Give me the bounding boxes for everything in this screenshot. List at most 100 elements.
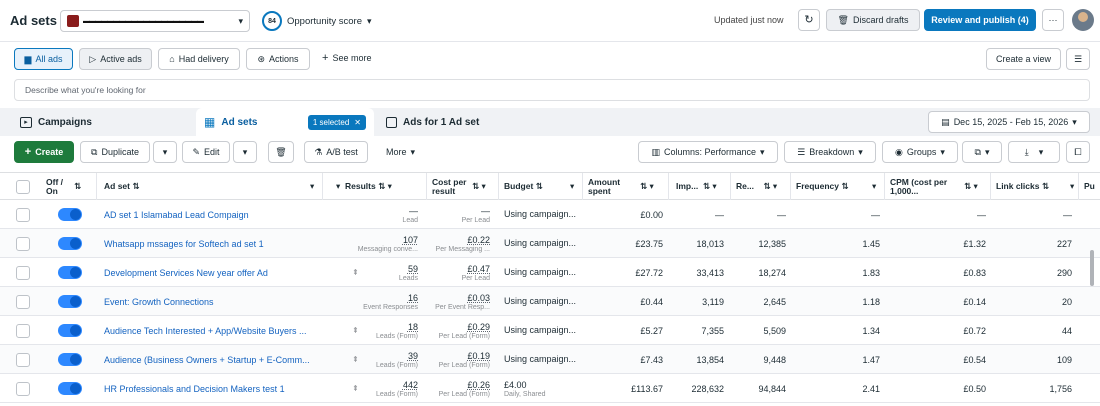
- groups-button[interactable]: ◉ Groups ▾: [882, 141, 958, 163]
- chevron-down-icon: ▾: [1072, 116, 1077, 127]
- reach-cell: 12,385: [758, 238, 786, 249]
- col-menu-icon[interactable]: ▾: [1070, 173, 1074, 201]
- vertical-scrollbar[interactable]: [1090, 250, 1094, 286]
- col-impressions[interactable]: Imp... ⇅ ▾: [676, 173, 717, 201]
- export-button[interactable]: ⤓ ▾: [1008, 141, 1060, 163]
- col-menu-icon[interactable]: ▾: [872, 173, 876, 201]
- col-reach[interactable]: Re... ⇅ ▾: [736, 173, 777, 201]
- row-toggle[interactable]: [58, 258, 82, 287]
- col-results[interactable]: ▾ Results ⇅ ▾: [336, 173, 392, 201]
- row-checkbox[interactable]: [16, 316, 30, 345]
- table-row[interactable]: Whatsapp mssages for Softech ad set 1 10…: [0, 229, 1100, 258]
- reach-cell: 5,509: [763, 325, 786, 336]
- delete-button[interactable]: 🗑: [268, 141, 294, 163]
- col-menu-icon[interactable]: ▾: [310, 173, 314, 201]
- row-toggle[interactable]: [58, 316, 82, 345]
- more-button[interactable]: More ▾: [386, 147, 415, 157]
- select-all-checkbox[interactable]: [16, 173, 30, 201]
- cpm-cell: £0.83: [963, 267, 986, 278]
- chevron-down-icon: ▾: [760, 146, 765, 157]
- col-budget[interactable]: Budget ⇅: [504, 173, 543, 201]
- col-cost-per-result[interactable]: Cost per result: [432, 173, 470, 201]
- row-toggle[interactable]: [58, 345, 82, 374]
- reach-cell: —: [777, 209, 786, 220]
- date-range-picker[interactable]: ▤ Dec 15, 2025 - Feb 15, 2026 ▾: [928, 111, 1090, 133]
- row-checkbox[interactable]: [16, 258, 30, 287]
- row-checkbox[interactable]: [16, 287, 30, 316]
- table-row[interactable]: Audience (Business Owners + Startup + E-…: [0, 345, 1100, 374]
- filter-active-ads[interactable]: ▷ Active ads: [79, 48, 152, 70]
- columns-button[interactable]: ▥ Columns: Performance ▾: [638, 141, 778, 163]
- col-spent-sort[interactable]: ⇅ ▾: [640, 173, 654, 201]
- col-amount-spent[interactable]: Amount spent: [588, 173, 626, 201]
- ad-set-name[interactable]: HR Professionals and Decision Makers tes…: [104, 374, 310, 403]
- create-button[interactable]: + Create: [14, 141, 74, 163]
- col-cpm[interactable]: CPM (cost per 1,000...: [890, 173, 960, 201]
- ad-set-name[interactable]: Whatsapp mssages for Softech ad set 1: [104, 229, 310, 258]
- ad-set-name[interactable]: Audience Tech Interested + App/Website B…: [104, 316, 310, 345]
- close-icon[interactable]: ✕: [354, 118, 361, 127]
- row-checkbox[interactable]: [16, 345, 30, 374]
- filter-settings-button[interactable]: ☰: [1066, 48, 1090, 70]
- view-settings-button[interactable]: ⧉ ▾: [962, 141, 1002, 163]
- row-checkbox[interactable]: [16, 229, 30, 258]
- table-row[interactable]: HR Professionals and Decision Makers tes…: [0, 374, 1100, 403]
- more-options-button[interactable]: ···: [1042, 9, 1064, 31]
- chevron-down-icon: ▾: [940, 146, 945, 157]
- search-input[interactable]: Describe what you're looking for: [14, 79, 1090, 101]
- row-checkbox[interactable]: [16, 200, 30, 229]
- edit-button[interactable]: ✎ Edit: [182, 141, 230, 163]
- budget-cell: Using campaign...: [504, 354, 577, 364]
- row-toggle[interactable]: [58, 287, 82, 316]
- ad-icon: [386, 116, 397, 128]
- sort-icon[interactable]: ⇅: [74, 173, 81, 201]
- see-more-button[interactable]: + See more: [322, 53, 371, 64]
- breakdown-button[interactable]: ☰ Breakdown ▾: [784, 141, 876, 163]
- tab-ads[interactable]: Ads for 1 Ad set: [378, 108, 558, 136]
- avatar[interactable]: [1072, 9, 1094, 31]
- duplicate-button[interactable]: ⧉ Duplicate: [80, 141, 150, 163]
- table-row[interactable]: Development Services New year offer Ad ⇞…: [0, 258, 1100, 287]
- tab-ad-sets[interactable]: ▦ Ad sets 1 selected ✕: [196, 108, 374, 136]
- discard-drafts-button[interactable]: 🗑 Discard drafts: [826, 9, 920, 31]
- filter-all-ads[interactable]: ▆ All ads: [14, 48, 73, 70]
- review-publish-button[interactable]: Review and publish (4): [924, 9, 1036, 31]
- row-toggle[interactable]: [58, 374, 82, 403]
- col-link-clicks[interactable]: Link clicks ⇅: [996, 173, 1049, 201]
- opportunity-score[interactable]: 84 Opportunity score ▾: [262, 11, 372, 31]
- filter-had-delivery[interactable]: ⌂ Had delivery: [158, 48, 240, 70]
- table-row[interactable]: Audience Tech Interested + App/Website B…: [0, 316, 1100, 345]
- col-menu-icon[interactable]: ▾: [570, 173, 574, 201]
- selected-badge[interactable]: 1 selected ✕: [307, 114, 366, 130]
- filter-actions[interactable]: ⊛ Actions: [246, 48, 310, 70]
- create-view-button[interactable]: Create a view: [986, 48, 1061, 70]
- col-cost-sort[interactable]: ⇅ ▾: [472, 173, 486, 201]
- ad-set-name[interactable]: Event: Growth Connections: [104, 287, 310, 316]
- col-off-on[interactable]: Off / On: [46, 173, 68, 201]
- edit-dropdown[interactable]: ▾: [233, 141, 257, 163]
- row-checkbox[interactable]: [16, 374, 30, 403]
- frequency-cell: 1.45: [862, 238, 880, 249]
- ad-set-name[interactable]: Audience (Business Owners + Startup + E-…: [104, 345, 310, 374]
- duplicate-dropdown[interactable]: ▾: [153, 141, 177, 163]
- col-frequency[interactable]: Frequency ⇅: [796, 173, 848, 201]
- col-ad-set[interactable]: Ad set ⇅: [104, 173, 139, 201]
- ab-test-button[interactable]: ⚗ A/B test: [304, 141, 368, 163]
- impressions-cell: 18,013: [696, 238, 724, 249]
- results-cell: 107 Messaging conve...: [357, 234, 418, 253]
- discard-drafts-label: Discard drafts: [852, 15, 909, 25]
- tab-campaigns[interactable]: ▸ Campaigns: [12, 108, 192, 136]
- col-cpm-sort[interactable]: ⇅ ▾: [964, 173, 978, 201]
- account-selector[interactable]: ▬▬▬▬▬▬▬▬▬▬▬▬▬▬▬▬▬▬▬▬ ▾: [60, 10, 250, 32]
- table-row[interactable]: AD set 1 Islamabad Lead Compaign — Lead —…: [0, 200, 1100, 229]
- ad-set-name[interactable]: Development Services New year offer Ad: [104, 258, 310, 287]
- campaign-icon: ▸: [20, 116, 32, 128]
- frequency-cell: 1.18: [862, 296, 880, 307]
- chart-button[interactable]: ⧠: [1066, 141, 1090, 163]
- table-row[interactable]: Event: Growth Connections 16 Event Respon…: [0, 287, 1100, 316]
- refresh-button[interactable]: ↻: [798, 9, 820, 31]
- ad-set-name[interactable]: AD set 1 Islamabad Lead Compaign: [104, 200, 310, 229]
- row-toggle[interactable]: [58, 229, 82, 258]
- row-toggle[interactable]: [58, 200, 82, 229]
- reach-cell: 18,274: [758, 267, 786, 278]
